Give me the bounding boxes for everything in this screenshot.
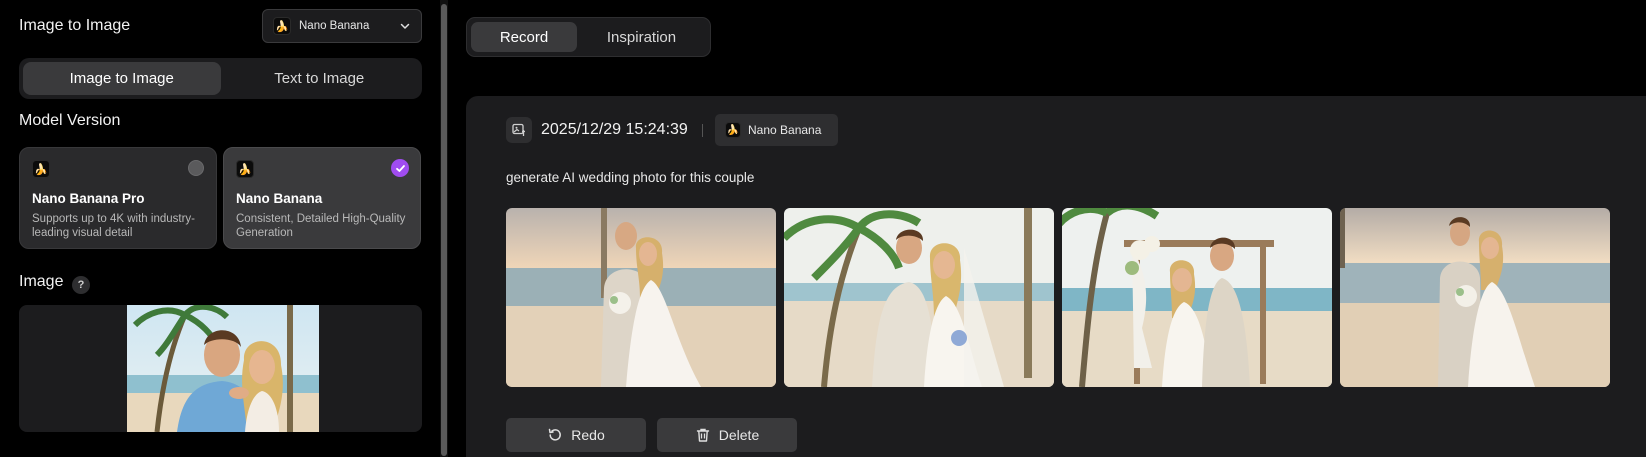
image-section-title: Image	[19, 273, 64, 290]
uploaded-image	[127, 305, 319, 432]
banana-icon: 🍌	[32, 160, 50, 178]
record-model-label: Nano Banana	[748, 123, 822, 137]
redo-icon	[549, 428, 562, 441]
model-option-name: Nano Banana Pro	[32, 191, 145, 206]
app-root: Image to Image 🍌 Nano Banana Image to Im…	[0, 0, 1646, 457]
scrollbar-thumb[interactable]	[441, 4, 447, 456]
radio-unselected-icon[interactable]	[188, 160, 204, 176]
view-tabs: Record Inspiration	[466, 17, 711, 57]
redo-label: Redo	[571, 427, 605, 443]
delete-button[interactable]: Delete	[657, 418, 797, 452]
model-option-description: Consistent, Detailed High-Quality Genera…	[236, 213, 406, 239]
mode-tabs: Image to Image Text to Image	[19, 58, 422, 99]
banana-icon: 🍌	[273, 17, 291, 35]
record-model-badge: 🍌 Nano Banana	[715, 114, 838, 146]
help-icon[interactable]: ?	[72, 276, 90, 294]
model-option-nano-banana-pro[interactable]: 🍌 Nano Banana Pro Supports up to 4K with…	[19, 147, 217, 249]
tab-record[interactable]: Record	[471, 22, 577, 52]
model-select-value: Nano Banana	[299, 20, 370, 32]
model-option-description: Supports up to 4K with industry-leading …	[32, 213, 195, 239]
image-upload-area[interactable]	[19, 305, 422, 432]
redo-button[interactable]: Redo	[506, 418, 646, 452]
model-option-nano-banana[interactable]: 🍌 Nano Banana Consistent, Detailed High-…	[223, 147, 421, 249]
banana-icon: 🍌	[725, 122, 741, 138]
model-select-dropdown[interactable]: 🍌 Nano Banana	[262, 9, 422, 43]
tab-inspiration[interactable]: Inspiration	[577, 22, 706, 52]
result-image-3[interactable]	[1062, 208, 1332, 387]
record-prompt: generate AI wedding photo for this coupl…	[506, 170, 755, 185]
panel-title: Image to Image	[19, 17, 131, 34]
tab-image-to-image[interactable]: Image to Image	[23, 62, 221, 95]
settings-panel: Image to Image 🍌 Nano Banana Image to Im…	[0, 0, 440, 457]
banana-icon: 🍌	[236, 160, 254, 178]
model-version-title: Model Version	[19, 112, 121, 129]
result-image-2[interactable]	[784, 208, 1054, 387]
trash-icon	[696, 428, 709, 442]
result-image-1[interactable]	[506, 208, 776, 387]
divider	[702, 124, 703, 137]
tab-text-to-image[interactable]: Text to Image	[221, 62, 419, 95]
record-timestamp: 2025/12/29 15:24:39	[541, 121, 688, 138]
image-edit-icon	[506, 117, 532, 143]
chevron-down-icon	[400, 23, 410, 29]
checkmark-icon[interactable]	[391, 159, 409, 177]
delete-label: Delete	[718, 427, 760, 443]
result-image-4[interactable]	[1340, 208, 1610, 387]
model-option-name: Nano Banana	[236, 191, 323, 206]
